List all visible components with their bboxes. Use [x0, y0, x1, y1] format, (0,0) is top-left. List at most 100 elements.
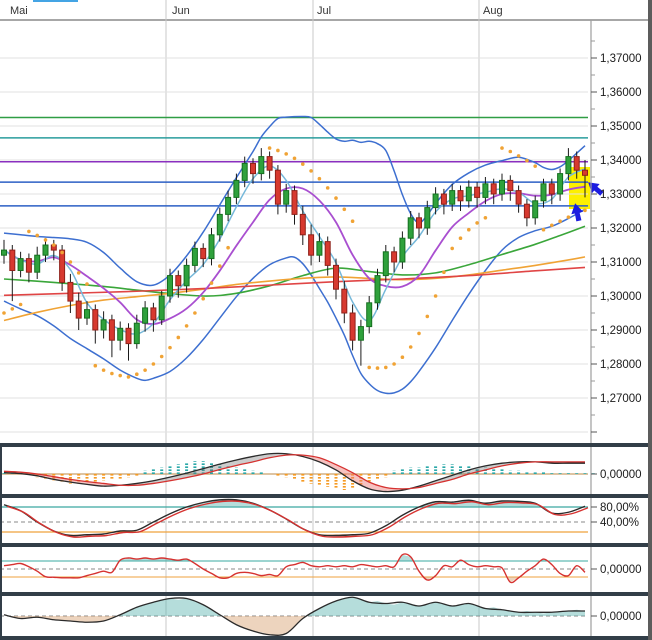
sar-dot [459, 236, 463, 240]
candle-bearish [417, 218, 422, 228]
candle-bearish [300, 214, 305, 234]
sar-dot [127, 375, 131, 379]
candle-bullish [367, 303, 372, 327]
sar-dot [193, 311, 197, 315]
candle-bullish [450, 191, 455, 205]
candle-bullish [18, 259, 23, 271]
sar-dot [326, 186, 330, 190]
price-axis-label: 1,31000 [600, 257, 642, 269]
candle-bullish [192, 248, 197, 265]
candle-bullish [134, 323, 139, 343]
sar-dot [367, 366, 371, 370]
candle-bearish [267, 157, 272, 171]
sar-dot [525, 159, 529, 163]
month-label-jul: Jul [317, 5, 331, 17]
candle-bullish [2, 250, 7, 255]
sar-dot [417, 332, 421, 336]
price-axis-label: 1,30000 [600, 291, 642, 303]
candle-bearish [325, 242, 330, 266]
candle-bullish [85, 310, 90, 319]
sar-dot [301, 162, 305, 166]
panel-separator-bar[interactable] [0, 494, 652, 498]
panel-separator-bar[interactable] [0, 443, 652, 447]
candle-bearish [458, 191, 463, 201]
candle-bearish [516, 191, 521, 205]
sar-dot [11, 307, 15, 311]
candle-bullish [209, 235, 214, 259]
sar-dot [27, 230, 31, 234]
sar-dot [517, 154, 521, 158]
panel-separator-bar[interactable] [0, 592, 652, 596]
sar-dot [201, 297, 205, 301]
candle-bearish [475, 187, 480, 197]
candle-bullish [558, 174, 563, 194]
candle-bearish [309, 235, 314, 255]
panel-separator-bar[interactable] [0, 636, 652, 640]
sar-dot [426, 315, 430, 319]
candle-bearish [441, 194, 446, 204]
month-label-jun: Jun [172, 5, 190, 17]
candle-bullish [226, 197, 231, 214]
price-axis-label: 1,37000 [600, 53, 642, 65]
candle-bullish [118, 328, 123, 340]
sar-dot [351, 219, 355, 223]
sar-dot [185, 324, 189, 328]
sar-dot [434, 294, 438, 298]
candle-bearish [292, 191, 297, 215]
candlestick-chart-canvas[interactable]: MaiJunJulAug1,370001,360001,350001,34000… [0, 0, 652, 640]
sar-dot [309, 169, 313, 173]
panel-left-border [0, 443, 2, 640]
sar-dot [35, 234, 39, 238]
sar-dot [160, 355, 164, 359]
candle-bullish [242, 163, 247, 180]
sar-dot [168, 346, 172, 350]
sar-dot [442, 270, 446, 274]
sar-dot [85, 282, 89, 286]
candle-bearish [109, 320, 114, 340]
candle-bearish [342, 289, 347, 313]
indicator-axis-label: 40,00% [600, 517, 639, 529]
sar-dot [44, 238, 48, 242]
candle-bullish [408, 218, 413, 238]
candle-bullish [35, 255, 40, 272]
candle-bearish [151, 308, 156, 320]
sar-dot [475, 221, 479, 225]
candle-bearish [524, 204, 529, 218]
candle-bearish [508, 180, 513, 190]
sar-dot [118, 374, 122, 378]
sar-dot [343, 208, 347, 212]
sar-dot [268, 146, 272, 150]
sar-dot [19, 303, 23, 307]
price-axis-label: 1,34000 [600, 155, 642, 167]
indicator-axis-label: 0,00000 [600, 611, 642, 623]
sar-dot [77, 271, 81, 275]
candle-bearish [176, 276, 181, 286]
candle-bullish [483, 184, 488, 198]
sar-dot [2, 311, 6, 315]
sar-dot [135, 372, 139, 376]
sar-dot [409, 345, 413, 349]
sar-dot [177, 336, 181, 340]
month-label-aug: Aug [483, 5, 503, 17]
sar-dot [318, 177, 322, 181]
sar-dot [152, 362, 156, 366]
sar-dot [102, 368, 106, 372]
candle-bullish [433, 194, 438, 208]
sar-dot [450, 247, 454, 251]
sar-dot [401, 355, 405, 359]
candle-bearish [549, 184, 554, 194]
sar-dot [509, 150, 513, 154]
sar-dot [550, 223, 554, 227]
candle-bearish [26, 259, 31, 273]
candle-bearish [334, 265, 339, 289]
candle-bearish [68, 282, 73, 301]
panel-separator-bar[interactable] [0, 543, 652, 547]
sar-dot [467, 228, 471, 232]
trading-chart-window: MaiJunJulAug1,370001,360001,350001,34000… [0, 0, 652, 640]
candle-bearish [491, 184, 496, 194]
sar-dot [533, 164, 537, 168]
price-axis-label: 1,33000 [600, 189, 642, 201]
sar-dot [143, 368, 147, 372]
candle-bullish [143, 308, 148, 323]
sar-dot [94, 364, 98, 368]
